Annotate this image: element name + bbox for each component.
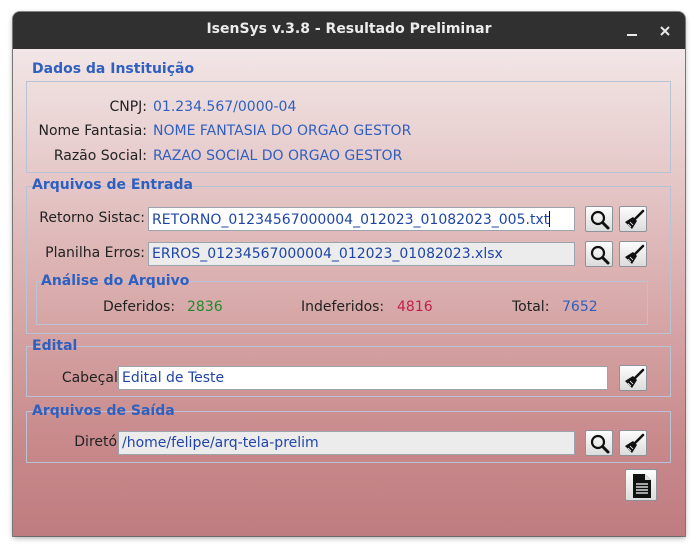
retorno-value: RETORNO_01234567000004_012023_01082023_0…	[152, 212, 550, 228]
diretorio-value: /home/felipe/arq-tela-prelim	[122, 435, 319, 451]
document-icon	[633, 474, 651, 498]
razao-label: Razão Social:	[53, 148, 147, 164]
broom-icon	[625, 209, 645, 229]
fantasia-label: Nome Fantasia:	[38, 123, 147, 139]
broom-icon	[625, 244, 645, 264]
retorno-search-button[interactable]	[585, 206, 613, 232]
search-icon	[590, 245, 610, 265]
retorno-clear-button[interactable]	[619, 206, 647, 232]
legend-entrada: Arquivos de Entrada	[32, 177, 193, 193]
indeferidos-label: Indeferidos:	[301, 299, 385, 315]
total-label: Total:	[512, 299, 550, 315]
search-icon	[590, 210, 610, 230]
fantasia-value: NOME FANTASIA DO ORGAO GESTOR	[153, 123, 412, 139]
legend-saida: Arquivos de Saída	[32, 403, 175, 419]
planilha-field[interactable]: ERROS_01234567000004_012023_01082023.xls…	[148, 242, 575, 266]
close-icon	[660, 26, 670, 36]
minimize-button[interactable]	[621, 20, 643, 42]
planilha-value: ERROS_01234567000004_012023_01082023.xls…	[152, 246, 503, 262]
legend-instituicao: Dados da Instituição	[32, 61, 195, 77]
deferidos-value: 2836	[187, 299, 223, 315]
diretorio-field[interactable]: /home/felipe/arq-tela-prelim	[118, 431, 575, 455]
text-cursor	[549, 211, 551, 227]
retorno-label: Retorno Sistac:	[39, 210, 145, 226]
cabecalho-clear-button[interactable]	[619, 365, 647, 391]
planilha-search-button[interactable]	[585, 241, 613, 267]
minimize-icon	[627, 34, 637, 36]
cabecalho-field[interactable]: Edital de Teste	[118, 366, 608, 390]
broom-icon	[625, 433, 645, 453]
cnpj-label: CNPJ:	[109, 99, 147, 115]
cabecalho-value: Edital de Teste	[122, 370, 225, 386]
deferidos-label: Deferidos:	[103, 299, 176, 315]
razao-value: RAZAO SOCIAL DO ORGAO GESTOR	[153, 148, 403, 164]
generate-report-button[interactable]	[625, 469, 657, 501]
app-window: IsenSys v.3.8 - Resultado Preliminar Dad…	[13, 12, 685, 536]
diretorio-search-button[interactable]	[585, 430, 613, 456]
legend-analise: Análise do Arquivo	[41, 273, 190, 289]
total-value: 7652	[562, 299, 598, 315]
indeferidos-value: 4816	[397, 299, 433, 315]
planilha-label: Planilha Erros:	[45, 245, 145, 261]
retorno-field[interactable]: RETORNO_01234567000004_012023_01082023_0…	[148, 207, 575, 231]
close-button[interactable]	[654, 20, 676, 42]
main-panel: Dados da Instituição CNPJ: 01.234.567/00…	[13, 49, 685, 536]
diretorio-clear-button[interactable]	[619, 430, 647, 456]
legend-edital: Edital	[32, 338, 78, 354]
cnpj-value: 01.234.567/0000-04	[153, 99, 297, 115]
window-title: IsenSys v.3.8 - Resultado Preliminar	[206, 21, 492, 37]
title-bar[interactable]: IsenSys v.3.8 - Resultado Preliminar	[13, 12, 685, 49]
broom-icon	[625, 368, 645, 388]
planilha-clear-button[interactable]	[619, 241, 647, 267]
search-icon	[590, 434, 610, 454]
